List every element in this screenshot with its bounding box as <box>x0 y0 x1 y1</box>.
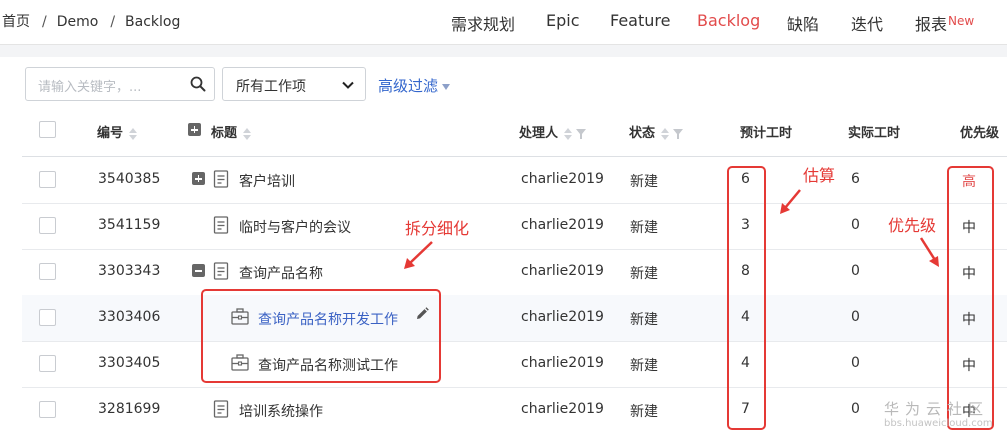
table-header: 编号 标题 处理人 状态 预计工时 实际工时 优先级 <box>22 108 1007 157</box>
row-actual: 0 <box>851 217 860 233</box>
filter-icon[interactable] <box>673 128 684 139</box>
row-id: 3540385 <box>98 171 161 187</box>
row-id: 3303343 <box>98 263 161 279</box>
row-title[interactable]: 培训系统操作 <box>239 401 323 421</box>
work-item-type-value: 所有工作项 <box>236 79 306 95</box>
column-header-status-label: 状态 <box>629 126 656 141</box>
row-checkbox[interactable] <box>39 263 56 280</box>
expand-icon[interactable] <box>192 172 205 185</box>
row-id: 3303406 <box>98 309 161 325</box>
select-all-checkbox[interactable] <box>39 121 56 138</box>
table-row[interactable]: 3303406 查询产品名称开发工作 charlie2019 新建 4 0 中 <box>22 295 1007 342</box>
row-checkbox[interactable] <box>39 309 56 326</box>
filter-icon[interactable] <box>576 128 587 139</box>
table-row[interactable]: 3541159 临时与客户的会议 charlie2019 新建 3 0 中 <box>22 203 1007 250</box>
watermark-url: bbs.huaweicloud.com <box>884 418 993 429</box>
estimate-annotation-box <box>727 166 766 430</box>
table-row[interactable]: 3281699 培训系统操作 charlie2019 新建 7 0 中 <box>22 387 1007 433</box>
row-checkbox[interactable] <box>39 217 56 234</box>
sort-icon[interactable] <box>661 127 670 140</box>
table-row[interactable]: 3303343 查询产品名称 charlie2019 新建 8 0 中 <box>22 249 1007 296</box>
nav-feature[interactable]: Feature <box>610 11 670 30</box>
new-badge: New <box>948 14 975 28</box>
nav-reports[interactable]: 报表 <box>915 11 947 35</box>
expand-all-icon[interactable] <box>188 123 201 136</box>
row-actual: 0 <box>851 401 860 417</box>
column-header-assignee[interactable]: 处理人 <box>519 122 587 141</box>
advanced-filter-link[interactable]: 高级过滤 <box>378 75 451 96</box>
nav-defects[interactable]: 缺陷 <box>787 11 819 35</box>
row-assignee: charlie2019 <box>521 355 604 371</box>
watermark-brand: 华为云社区 <box>884 400 990 418</box>
page-background <box>0 45 1007 57</box>
row-status: 新建 <box>630 312 658 328</box>
row-id: 3303405 <box>98 355 161 371</box>
column-header-actual[interactable]: 实际工时 <box>848 122 900 141</box>
column-header-id-label: 编号 <box>97 126 124 141</box>
column-header-title[interactable]: 标题 <box>211 122 252 141</box>
row-checkbox[interactable] <box>39 401 56 418</box>
row-title[interactable]: 客户培训 <box>239 171 295 191</box>
document-icon <box>213 400 229 418</box>
top-bar: 首页 / Demo / Backlog 需求规划 Epic Feature Backlo… <box>0 0 1007 45</box>
row-assignee: charlie2019 <box>521 263 604 279</box>
nav-iterations[interactable]: 迭代 <box>851 11 883 35</box>
row-status: 新建 <box>630 404 658 420</box>
row-actual: 0 <box>851 309 860 325</box>
document-icon <box>213 170 229 188</box>
sort-icon[interactable] <box>564 127 573 140</box>
row-assignee: charlie2019 <box>521 401 604 417</box>
nav-epic[interactable]: Epic <box>546 11 580 30</box>
row-actual: 0 <box>851 263 860 279</box>
column-header-estimate[interactable]: 预计工时 <box>740 122 792 141</box>
search-input[interactable]: 请输入关键字，... <box>38 76 141 95</box>
row-status: 新建 <box>630 266 658 282</box>
search-box[interactable]: 请输入关键字，... <box>25 67 215 101</box>
split-annotation-box <box>201 289 441 383</box>
column-header-title-label: 标题 <box>211 126 238 141</box>
row-title[interactable]: 查询产品名称 <box>239 263 323 283</box>
row-checkbox[interactable] <box>39 171 56 188</box>
row-actual: 6 <box>851 171 860 187</box>
document-icon <box>213 262 229 280</box>
split-annotation-label: 拆分细化 <box>405 219 470 238</box>
chevron-down-icon <box>342 81 354 89</box>
work-item-type-select[interactable]: 所有工作项 <box>222 67 366 101</box>
table-row[interactable]: 3303405 查询产品名称测试工作 charlie2019 新建 4 0 中 <box>22 341 1007 388</box>
priority-annotation-box <box>947 166 994 430</box>
nav-backlog[interactable]: Backlog <box>697 11 760 30</box>
row-status: 新建 <box>630 358 658 374</box>
column-header-status[interactable]: 状态 <box>629 122 684 141</box>
row-actual: 0 <box>851 355 860 371</box>
row-checkbox[interactable] <box>39 355 56 372</box>
row-id: 3541159 <box>98 217 161 233</box>
row-assignee: charlie2019 <box>521 217 604 233</box>
main-nav: 需求规划 Epic Feature Backlog 缺陷 迭代 报表 New <box>0 11 1007 35</box>
sort-icon[interactable] <box>129 127 138 140</box>
document-icon <box>213 216 229 234</box>
row-id: 3281699 <box>98 401 161 417</box>
nav-requirement-planning[interactable]: 需求规划 <box>451 11 515 35</box>
row-title[interactable]: 临时与客户的会议 <box>239 217 351 237</box>
table-row[interactable]: 3540385 客户培训 charlie2019 新建 6 6 高 <box>22 157 1007 204</box>
row-assignee: charlie2019 <box>521 171 604 187</box>
sort-icon[interactable] <box>243 127 252 140</box>
estimate-annotation-label: 估算 <box>803 166 836 185</box>
priority-annotation-label: 优先级 <box>888 216 937 235</box>
row-status: 新建 <box>630 220 658 236</box>
row-assignee: charlie2019 <box>521 309 604 325</box>
column-header-id[interactable]: 编号 <box>97 122 138 141</box>
caret-down-icon <box>442 83 451 90</box>
advanced-filter-label: 高级过滤 <box>378 77 439 95</box>
column-header-assignee-label: 处理人 <box>519 126 559 141</box>
row-status: 新建 <box>630 174 658 190</box>
column-header-priority[interactable]: 优先级 <box>960 122 999 141</box>
search-icon[interactable] <box>190 76 206 92</box>
collapse-icon[interactable] <box>192 264 205 277</box>
